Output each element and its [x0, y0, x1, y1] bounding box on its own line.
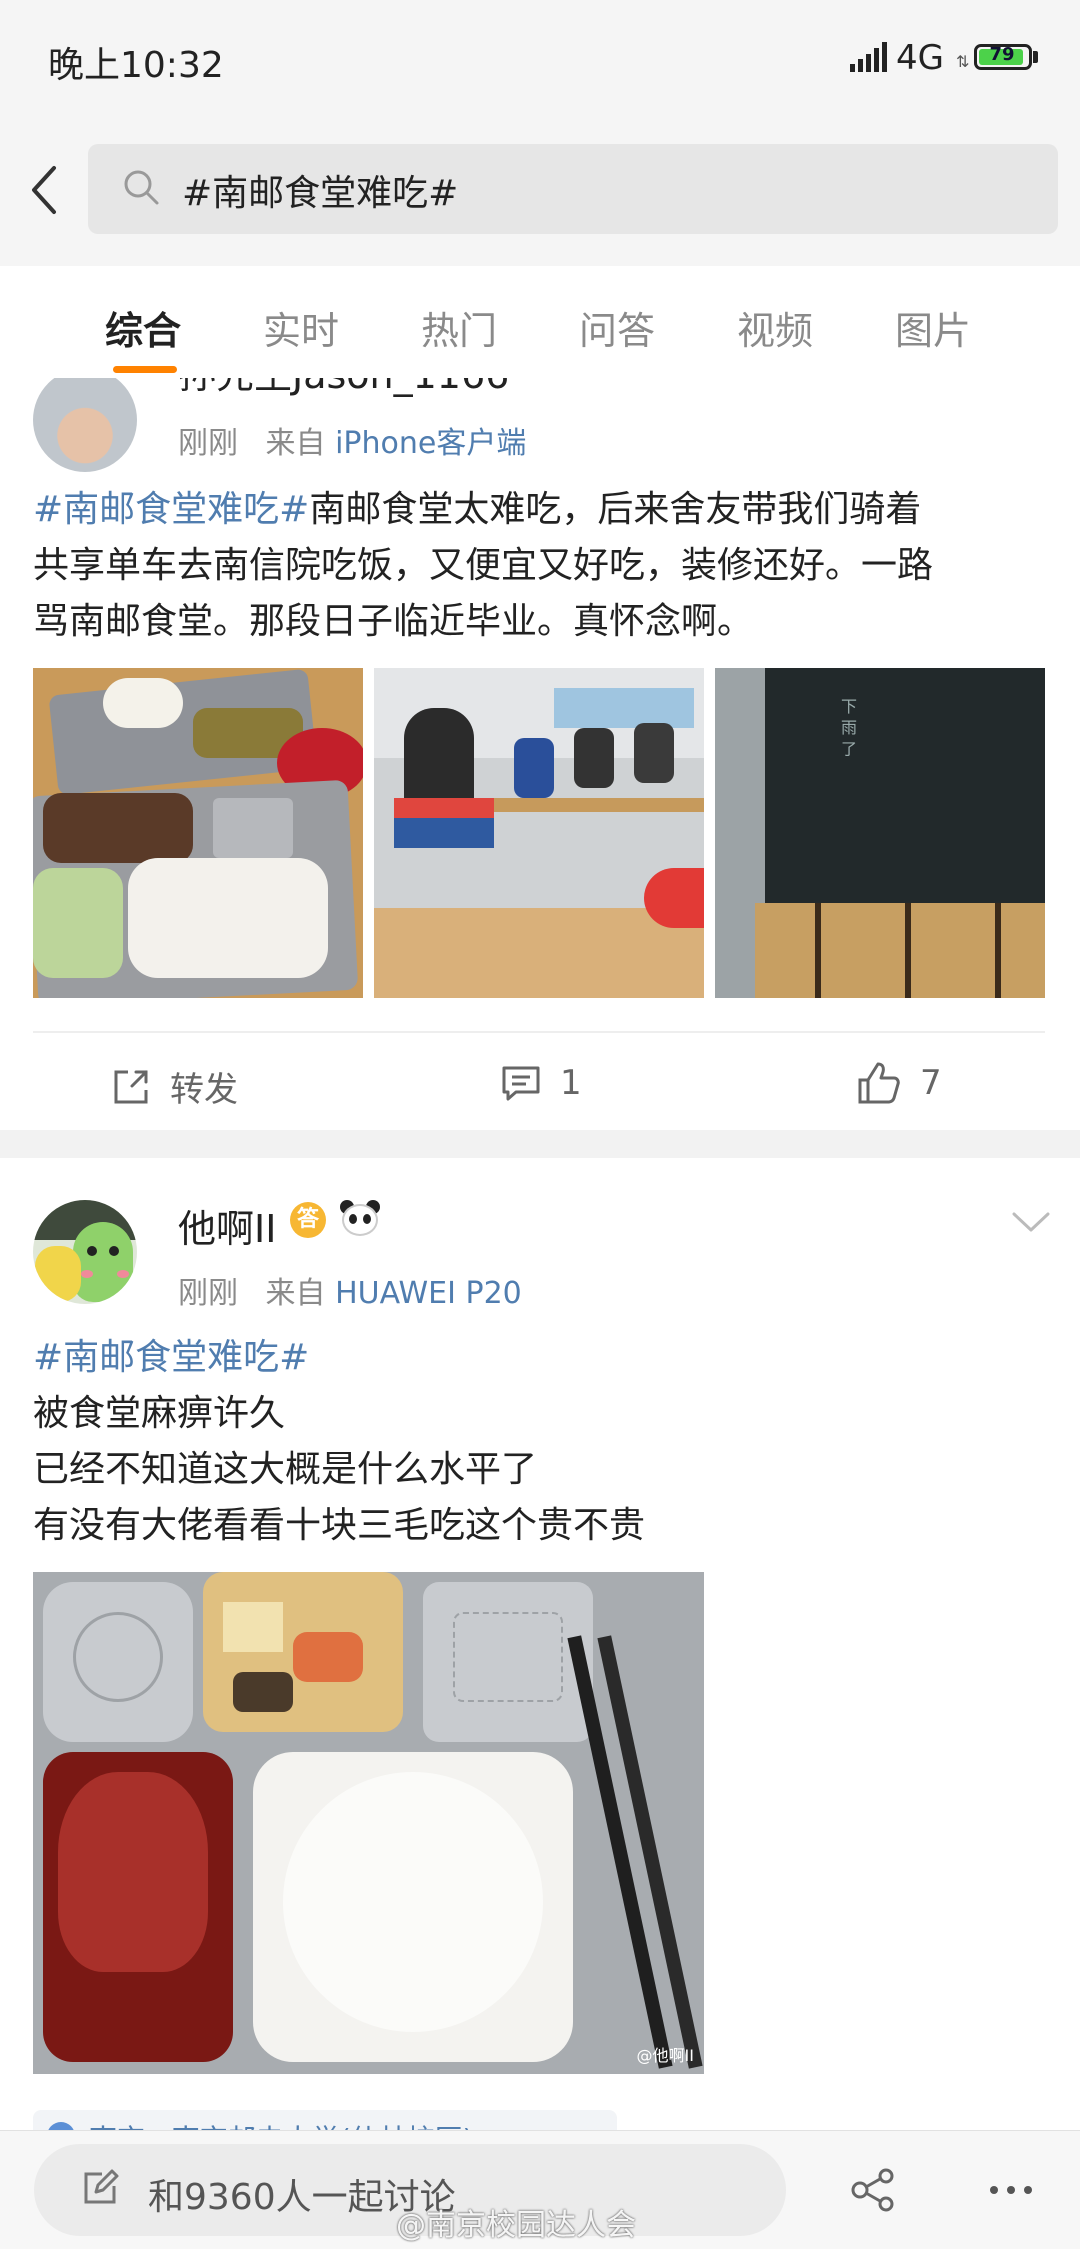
post1-line1: 南邮食堂太难吃，后来舍友带我们骑着 — [309, 489, 922, 530]
battery-tip — [1033, 51, 1038, 63]
active-tab-indicator — [113, 366, 177, 373]
compose-icon — [84, 2169, 119, 2204]
post1-source-prefix: 来自 — [265, 426, 326, 461]
answer-badge-icon: 答 — [290, 1202, 326, 1238]
tab-qa[interactable]: 问答 — [579, 300, 655, 355]
tab-hot[interactable]: 热门 — [421, 300, 497, 355]
repost-button[interactable]: 转发 — [110, 1062, 238, 1111]
post2-image-watermark: @他啊II — [636, 2046, 694, 2065]
post1-hashtag[interactable]: #南邮食堂难吃# — [33, 489, 309, 530]
post1-source[interactable]: iPhone客户端 — [335, 426, 526, 461]
post1-image-1[interactable] — [33, 668, 363, 998]
post1-username[interactable]: 孙先生Jason_1166 — [178, 378, 509, 399]
post-card-1[interactable]: 孙先生Jason_1166 刚刚 来自 iPhone客户端 #南邮食堂难吃#南邮… — [0, 378, 1080, 1130]
post1-time: 刚刚 — [178, 426, 238, 461]
post2-source-prefix: 来自 — [265, 1276, 326, 1311]
page-watermark: @南京校园达人会 — [396, 2208, 636, 2243]
back-button[interactable] — [20, 150, 70, 230]
like-count: 7 — [920, 1063, 942, 1103]
post2-image[interactable]: @他啊II — [33, 1572, 704, 2074]
repost-label: 转发 — [170, 1070, 238, 1110]
location-pin-icon — [47, 2122, 75, 2130]
tab-comprehensive[interactable]: 综合 — [105, 300, 181, 355]
location-text: 南京 · 南京邮电大学(仙林校区) — [89, 2118, 474, 2130]
location-chip[interactable]: 南京 · 南京邮电大学(仙林校区) — [33, 2110, 617, 2130]
tab-images[interactable]: 图片 — [895, 300, 971, 355]
search-icon — [124, 170, 159, 205]
post2-time: 刚刚 — [178, 1276, 238, 1311]
panda-icon — [338, 1198, 382, 1242]
post1-line3: 骂南邮食堂。那段日子临近毕业。真怀念啊。 — [33, 601, 754, 642]
post2-hashtag[interactable]: #南邮食堂难吃# — [33, 1337, 309, 1378]
comment-count: 1 — [560, 1063, 582, 1103]
post1-line2: 共享单车去南信院吃饭，又便宜又好吃，装修还好。一路 — [33, 545, 934, 586]
tab-video[interactable]: 视频 — [737, 300, 813, 355]
post2-meta: 刚刚 来自 HUAWEI P20 — [178, 1268, 522, 1312]
comment-button[interactable]: 1 — [500, 1062, 582, 1104]
post1-image-2[interactable] — [374, 668, 704, 998]
post1-image-3[interactable]: 下 雨 了 — [715, 668, 1045, 998]
share-icon[interactable] — [850, 2168, 898, 2212]
like-button[interactable]: 7 — [856, 1060, 942, 1106]
post2-line2: 已经不知道这大概是什么水平了 — [33, 1449, 538, 1490]
post-divider — [0, 1130, 1080, 1158]
comment-icon — [502, 1066, 540, 1101]
post1-image-3-text: 下 雨 了 — [838, 698, 857, 757]
post2-source[interactable]: HUAWEI P20 — [335, 1276, 522, 1311]
post2-line3: 有没有大佬看看十块三毛吃这个贵不贵 — [33, 1505, 646, 1546]
chevron-down-icon[interactable] — [1010, 1210, 1052, 1236]
search-query: #南邮食堂难吃# — [182, 173, 459, 214]
post1-action-divider — [33, 1031, 1045, 1033]
post1-text: #南邮食堂难吃#南邮食堂太难吃，后来舍友带我们骑着 共享单车去南信院吃饭，又便宜… — [33, 482, 1053, 650]
post-card-2[interactable]: 他啊II 答 刚刚 来自 HUAWEI P20 #南邮食堂难吃# 被食堂麻痹许久… — [0, 1158, 1080, 2130]
post2-avatar[interactable] — [33, 1200, 137, 1304]
post1-avatar[interactable] — [33, 378, 137, 472]
post2-text: #南邮食堂难吃# 被食堂麻痹许久 已经不知道这大概是什么水平了 有没有大佬看看十… — [33, 1330, 1053, 1554]
thumbs-up-icon — [858, 1062, 900, 1104]
battery-icon: 79 — [974, 44, 1032, 70]
network-label: 4G — [896, 38, 944, 78]
more-icon[interactable] — [988, 2184, 1034, 2196]
post1-meta: 刚刚 来自 iPhone客户端 — [178, 418, 526, 462]
post2-line1: 被食堂麻痹许久 — [33, 1393, 286, 1434]
battery-level: 79 — [989, 44, 1015, 65]
signal-icon — [850, 42, 887, 72]
data-arrows-icon: ⇅ — [956, 52, 970, 71]
repost-icon — [114, 1070, 148, 1103]
tab-realtime[interactable]: 实时 — [263, 300, 339, 355]
post2-username[interactable]: 他啊II — [178, 1198, 276, 1253]
status-time: 晚上10:32 — [48, 45, 224, 86]
